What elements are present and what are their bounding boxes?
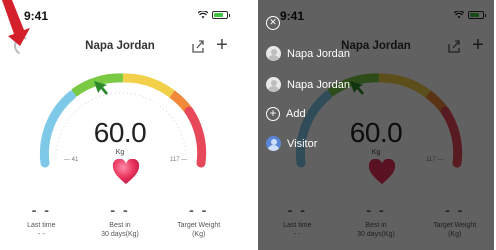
home-screen-menu-open: 9:41 Napa Jordan + 60.0 Kg 117 — - - Las… <box>258 0 494 250</box>
menu-item-add[interactable]: + Add <box>266 107 306 121</box>
weight-value: 60.0 <box>93 117 147 148</box>
menu-item-user-2[interactable]: Napa Jordan <box>266 77 350 92</box>
menu-item-visitor[interactable]: Visitor <box>266 136 317 151</box>
menu-item-label: Napa Jordan <box>287 78 350 91</box>
heart-icon <box>112 159 140 184</box>
divider <box>240 0 256 250</box>
battery-icon <box>212 11 230 19</box>
user-avatar-icon <box>266 46 281 61</box>
stats-row: - - Last time - - - - Best in 30 days(Kg… <box>2 203 238 248</box>
stat-best-30-days: - - Best in 30 days(Kg) <box>101 202 139 238</box>
add-circle-icon: + <box>266 107 280 121</box>
menu-item-user-1[interactable]: Napa Jordan <box>266 46 350 61</box>
weight-unit: Kg <box>115 149 125 156</box>
share-icon[interactable] <box>190 38 206 54</box>
gauge-max-label: 117 — <box>170 157 188 163</box>
menu-item-label: Napa Jordan <box>287 47 350 60</box>
user-avatar-icon <box>266 77 281 92</box>
app-header: Napa Jordan + <box>2 34 238 59</box>
close-icon[interactable]: ✕ <box>266 16 280 30</box>
menu-overlay[interactable]: ✕ Napa Jordan Napa Jordan + Add Visitor <box>258 0 494 250</box>
gauge-min-label: — 41 <box>64 157 79 163</box>
menu-item-label: Visitor <box>287 137 318 150</box>
status-icons <box>198 11 230 19</box>
menu-item-label: Add <box>286 108 306 120</box>
plus-icon[interactable]: + <box>214 35 230 55</box>
stat-target-weight: - - Target Weight (Kg) <box>177 202 221 238</box>
visitor-icon <box>266 136 281 151</box>
home-screen: 9:41 Napa Jordan + 60.0 Kg — 41 117 — - … <box>2 0 238 250</box>
wifi-icon <box>198 11 208 19</box>
annotation-arrow-icon <box>2 0 30 46</box>
stat-last-time: - - Last time - - <box>27 202 56 238</box>
